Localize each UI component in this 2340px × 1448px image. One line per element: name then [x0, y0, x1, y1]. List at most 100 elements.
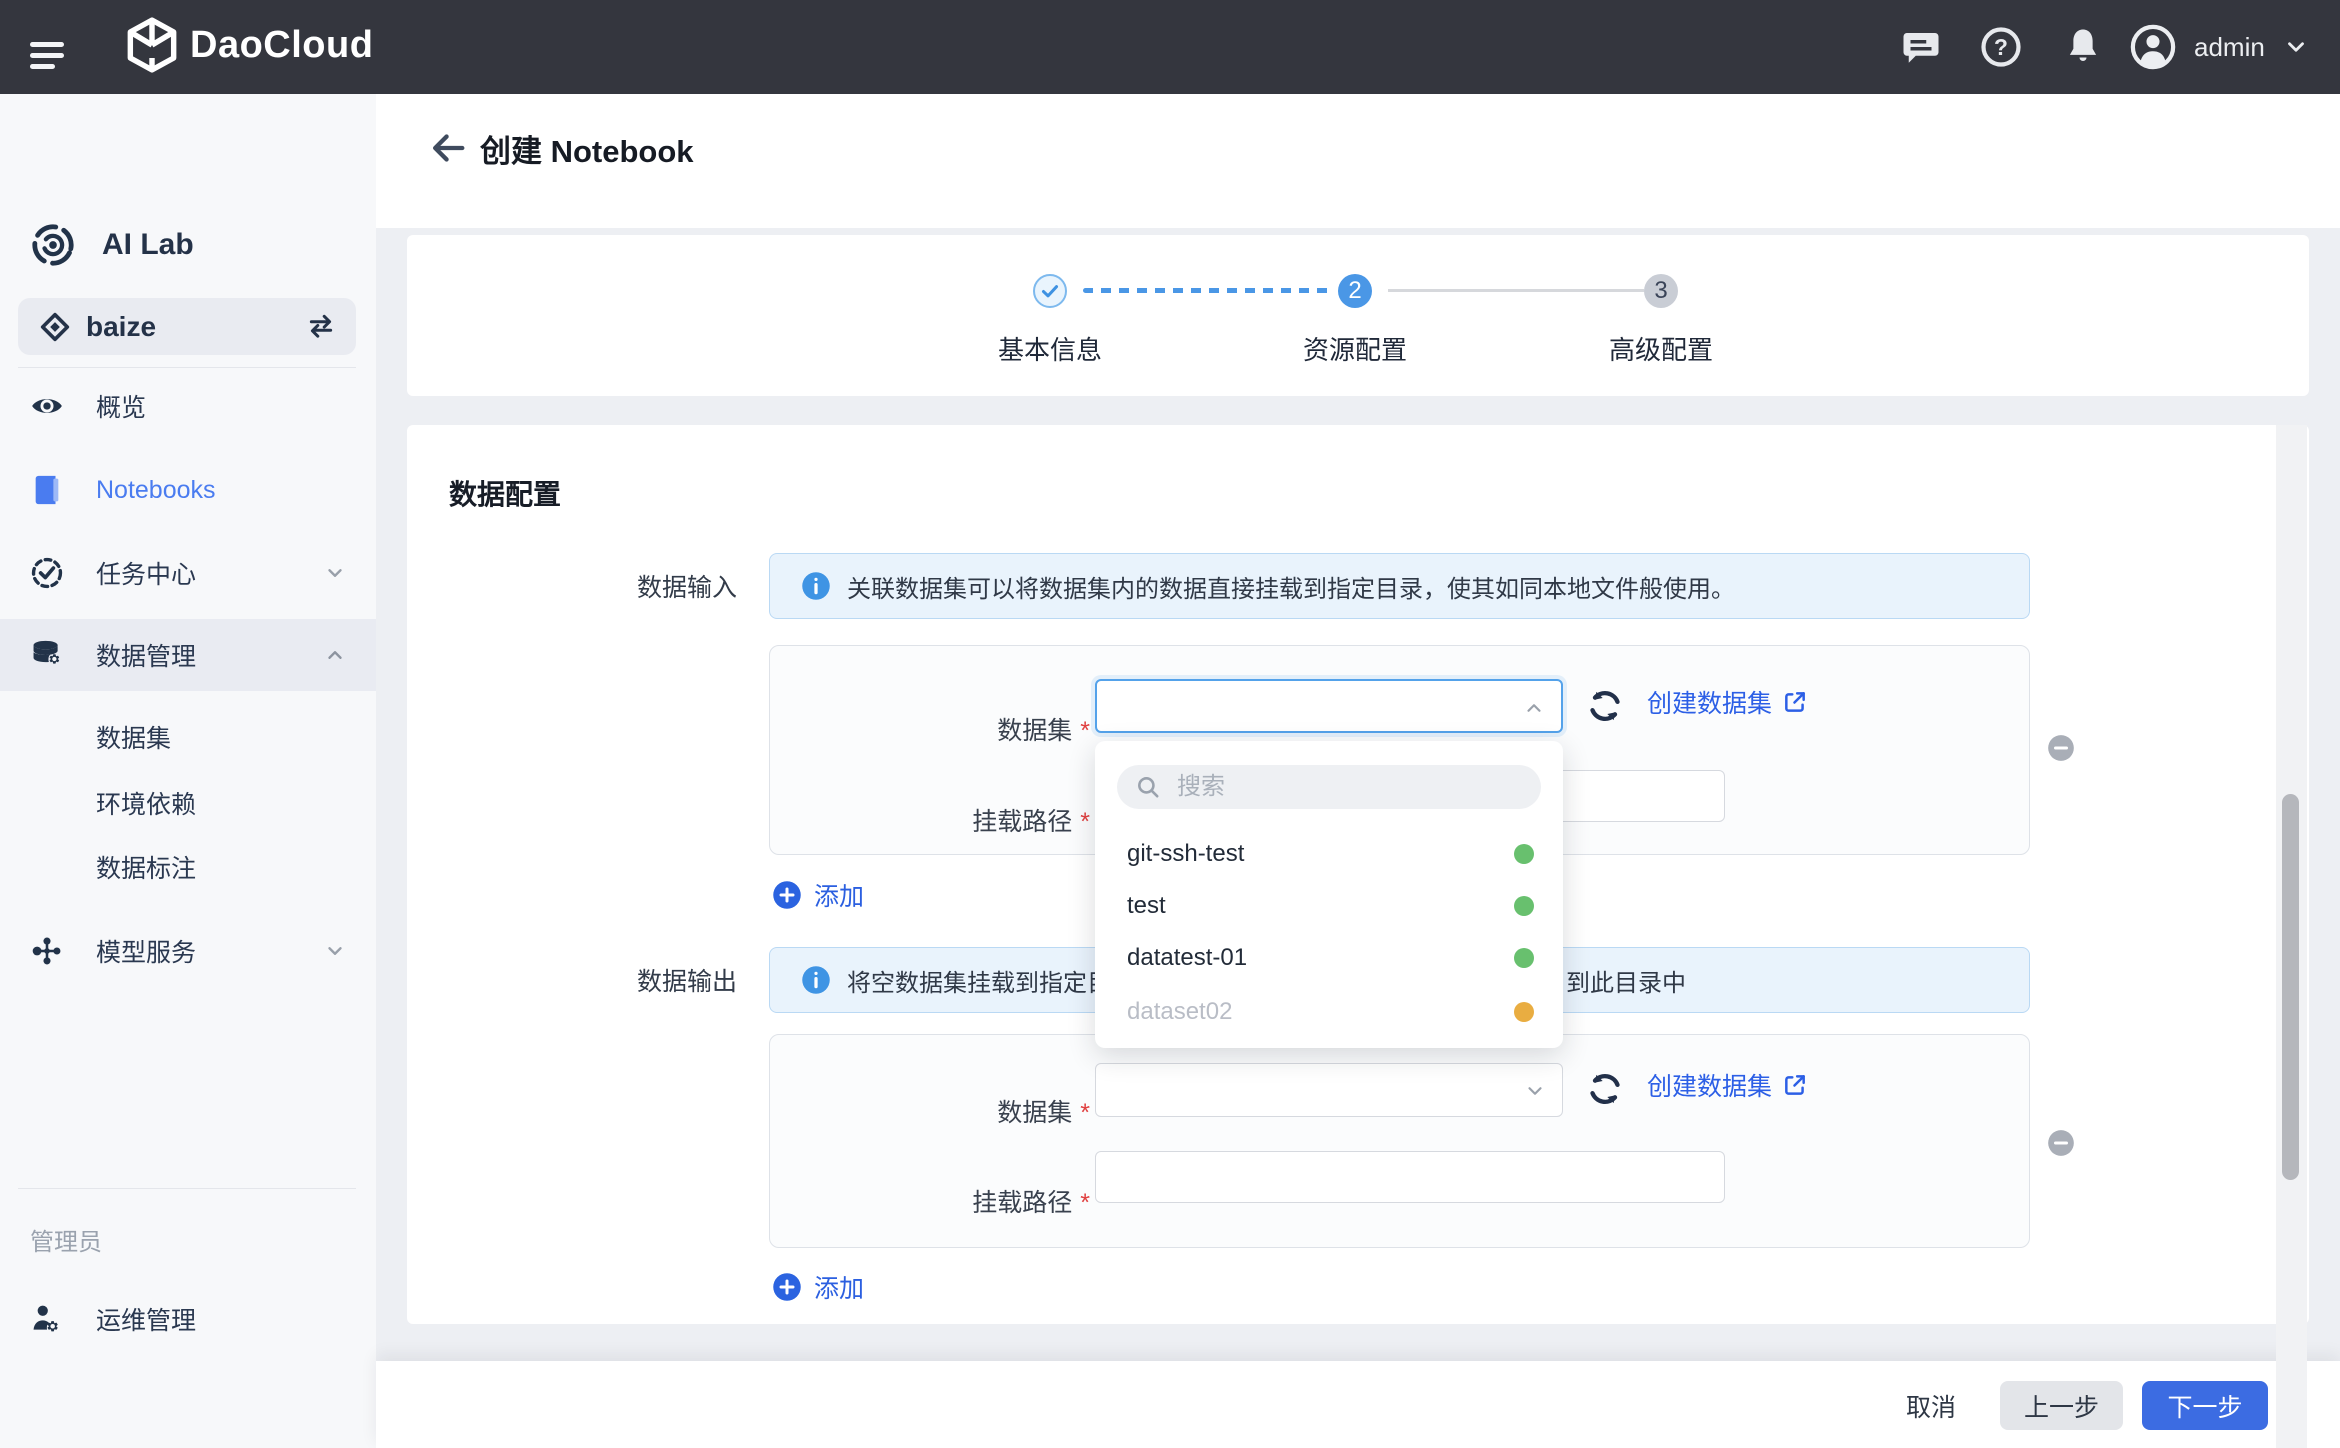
chevron-down-icon — [324, 940, 346, 962]
dropdown-option-datatest-01[interactable]: datatest-01 — [1095, 932, 1563, 984]
workspace-icon — [40, 312, 70, 342]
data-input-label: 数据输入 — [407, 568, 737, 604]
scrollbar-thumb[interactable] — [2282, 794, 2299, 1180]
step-2-label: 资源配置 — [1235, 330, 1475, 367]
daocloud-cube-icon — [126, 16, 178, 74]
sidebar-item-overview[interactable]: 概览 — [0, 370, 376, 442]
brand-name: DaoCloud — [190, 24, 373, 67]
status-dot-pending — [1514, 1002, 1534, 1022]
step-1-circle — [1033, 274, 1067, 308]
plus-circle-icon — [772, 1272, 802, 1302]
step-connector-dashed — [1083, 288, 1335, 293]
dropdown-option-dataset02[interactable]: dataset02 — [1095, 986, 1563, 1038]
sidebar-item-label: 数据标注 — [96, 849, 196, 885]
page-title: 创建 Notebook — [480, 126, 694, 171]
required-marker: * — [1080, 717, 1090, 745]
database-gear-icon — [30, 638, 64, 672]
cancel-button[interactable]: 取消 — [1886, 1381, 1976, 1430]
step-number: 2 — [1348, 277, 1361, 305]
chevron-down-icon — [1524, 1080, 1546, 1102]
dropdown-option-test[interactable]: test — [1095, 880, 1563, 932]
external-link-icon — [1782, 689, 1808, 715]
search-input[interactable] — [1175, 772, 1509, 802]
option-label: datatest-01 — [1127, 944, 1247, 972]
admin-section-label: 管理员 — [30, 1222, 102, 1257]
external-link-icon — [1782, 1072, 1808, 1098]
dataset-dropdown: git-ssh-test test datatest-01 dataset02 — [1095, 741, 1563, 1048]
refresh-datasets-icon[interactable] — [1585, 686, 1625, 726]
back-arrow-icon[interactable] — [428, 128, 468, 168]
check-icon — [1037, 278, 1063, 304]
menu-toggle-icon[interactable] — [30, 40, 64, 70]
add-data-input-button[interactable]: 添加 — [772, 877, 864, 913]
help-icon[interactable]: ? — [1980, 26, 2022, 68]
sidebar-item-label: 模型服务 — [96, 933, 196, 969]
dropdown-search[interactable] — [1117, 765, 1541, 809]
previous-step-button[interactable]: 上一步 — [2000, 1381, 2123, 1430]
sidebar-item-data-annotation[interactable]: 数据标注 — [0, 831, 376, 903]
sidebar-item-ops-management[interactable]: 运维管理 — [0, 1283, 376, 1355]
sidebar: AI Lab baize — [0, 94, 376, 1448]
add-label: 添加 — [814, 877, 864, 913]
next-step-button[interactable]: 下一步 — [2142, 1381, 2268, 1430]
dataset-field-label: 数据集* — [790, 711, 1090, 747]
mount-path-field-label: 挂载路径* — [790, 802, 1090, 838]
dataset-select-output[interactable] — [1095, 1063, 1563, 1117]
sidebar-item-label: 数据集 — [96, 719, 171, 755]
create-dataset-link[interactable]: 创建数据集 — [1647, 684, 1808, 720]
model-service-icon — [30, 934, 64, 968]
app-root: DaoCloud ? — [0, 0, 2340, 1448]
sidebar-item-label: 任务中心 — [96, 555, 196, 591]
banner-text: 关联数据集可以将数据集内的数据直接挂载到指定目录，使其如同本地文件般使用。 — [847, 569, 1735, 604]
workspace-name: baize — [86, 311, 156, 343]
sidebar-divider — [18, 367, 356, 368]
messages-icon[interactable] — [1900, 26, 1942, 68]
sidebar-item-label: 概览 — [96, 388, 146, 424]
refresh-datasets-icon[interactable] — [1585, 1069, 1625, 1109]
banner-text-left: 将空数据集挂载到指定目 — [847, 963, 1111, 998]
remove-data-input-icon[interactable] — [2047, 734, 2075, 762]
add-data-output-button[interactable]: 添加 — [772, 1269, 864, 1305]
info-icon — [801, 965, 831, 995]
mount-path-input[interactable] — [1095, 1151, 1725, 1203]
step-number: 3 — [1654, 277, 1667, 305]
status-dot-ready — [1514, 844, 1534, 864]
remove-data-output-icon[interactable] — [2047, 1129, 2075, 1157]
product-header: AI Lab — [30, 222, 194, 268]
task-center-icon — [30, 556, 64, 590]
sidebar-item-data-management[interactable]: 数据管理 — [0, 619, 376, 691]
sidebar-item-datasets[interactable]: 数据集 — [0, 701, 376, 773]
sidebar-item-label: 运维管理 — [96, 1301, 196, 1337]
data-input-info-banner: 关联数据集可以将数据集内的数据直接挂载到指定目录，使其如同本地文件般使用。 — [769, 553, 2030, 619]
dropdown-option-git-ssh-test[interactable]: git-ssh-test — [1095, 828, 1563, 880]
create-dataset-link[interactable]: 创建数据集 — [1647, 1067, 1808, 1103]
step-3-label: 高级配置 — [1541, 330, 1781, 367]
data-output-card: 数据集* 创建数据集 — [769, 1034, 2030, 1248]
mount-path-field-label: 挂载路径* — [790, 1183, 1090, 1219]
chevron-down-icon — [324, 562, 346, 584]
dataset-select-input[interactable] — [1095, 679, 1563, 733]
workspace-selector[interactable]: baize — [18, 298, 356, 355]
product-name: AI Lab — [102, 228, 194, 262]
plus-circle-icon — [772, 880, 802, 910]
sidebar-item-env-dependencies[interactable]: 环境依赖 — [0, 767, 376, 839]
chevron-up-icon — [1523, 697, 1545, 719]
ai-lab-icon — [30, 222, 76, 268]
status-dot-ready — [1514, 948, 1534, 968]
top-bar: DaoCloud ? — [0, 0, 2340, 94]
option-label: test — [1127, 892, 1166, 920]
required-marker: * — [1080, 808, 1090, 836]
option-label: git-ssh-test — [1127, 840, 1244, 868]
sidebar-item-label: 环境依赖 — [96, 785, 196, 821]
page-header: 创建 Notebook — [376, 94, 2340, 228]
brand-logo[interactable]: DaoCloud — [126, 16, 373, 74]
sidebar-item-model-service[interactable]: 模型服务 — [0, 915, 376, 987]
sidebar-item-label: Notebooks — [96, 476, 216, 505]
sidebar-item-task-center[interactable]: 任务中心 — [0, 537, 376, 609]
wizard-footer: 取消 上一步 下一步 — [376, 1361, 2340, 1448]
workspace-switch-icon[interactable] — [306, 312, 336, 340]
sidebar-item-notebooks[interactable]: Notebooks — [0, 454, 376, 526]
notifications-bell-icon[interactable] — [2062, 26, 2104, 68]
user-menu[interactable]: admin — [2130, 24, 2309, 70]
user-chevron-down-icon — [2283, 34, 2309, 60]
